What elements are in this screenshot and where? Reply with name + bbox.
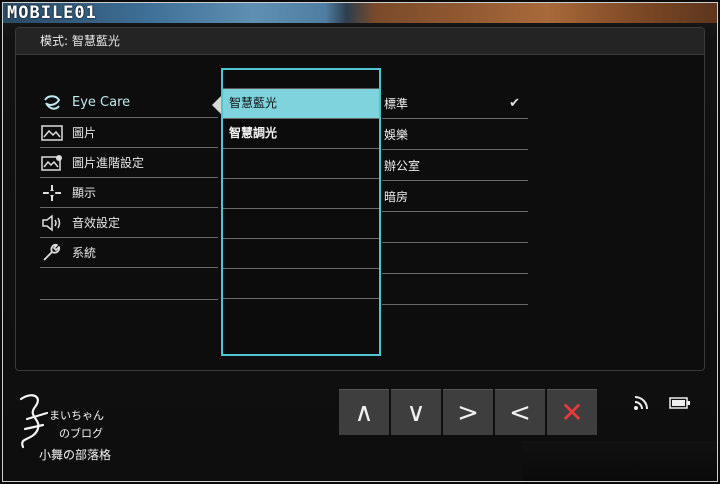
option-item-standard[interactable]: 標準 ✔ [382,88,528,119]
option-item-label: 暗房 [384,189,409,204]
status-icons [633,393,691,415]
option-item-office[interactable]: 辦公室 [382,150,528,181]
submenu-empty-row [223,149,379,179]
option-item-label: 娛樂 [384,127,409,142]
submenu-item-smart-dimming[interactable]: 智慧調光 [223,119,379,149]
up-button[interactable]: ∧ [339,389,389,435]
option-item-label: 標準 [384,96,409,111]
close-icon: ✕ [560,396,584,429]
option-item-dark-room[interactable]: 暗房 [382,181,528,212]
submenu-column: 智慧藍光 智慧調光 [221,68,381,356]
menu-empty-row [40,268,218,300]
osd-panel: 模式: 智慧藍光 Eye Care 圖片 圖片進階設定 顯示 音效設定 系統 智… [15,27,705,371]
right-button[interactable]: > [443,389,493,435]
signature-line2: のブログ [59,426,103,440]
signature-line1: まいちゃん [49,409,104,422]
close-button[interactable]: ✕ [547,389,597,435]
left-button[interactable]: < [495,389,545,435]
menu-item-label: 顯示 [72,186,97,200]
menu-item-audio[interactable]: 音效設定 [40,208,218,238]
wireless-signal-icon [633,393,653,415]
signature-line3: 小舞の部落格 [39,447,111,462]
osd-navigation-bar: ∧ ∨ > < ✕ [339,389,599,435]
submenu-empty-row [223,239,379,269]
bezel-bottom [523,441,717,481]
menu-item-picture-advanced[interactable]: 圖片進階設定 [40,148,218,178]
submenu-empty-row [223,179,379,209]
chevron-down-icon: ∨ [406,397,426,428]
submenu-spacer [223,70,379,89]
submenu-empty-row [223,209,379,239]
picture-advanced-icon [40,153,64,173]
chevron-up-icon: ∧ [354,397,374,428]
submenu-item-label: 智慧藍光 [229,96,278,110]
osd-header: 模式: 智慧藍光 [16,28,704,55]
chevron-left-icon: < [509,397,531,428]
eye-care-icon [40,93,64,113]
submenu-empty-row [223,269,379,299]
menu-item-label: 圖片 [72,126,97,140]
menu-item-picture[interactable]: 圖片 [40,118,218,148]
down-button[interactable]: ∨ [391,389,441,435]
background-photo [3,3,717,23]
option-item-label: 辦公室 [384,158,421,173]
chevron-right-icon: > [457,397,479,428]
watermark-logo: MOBILE01 [7,3,97,23]
display-icon [40,183,64,203]
menu-item-display[interactable]: 顯示 [40,178,218,208]
menu-item-label: 系統 [72,246,97,260]
main-menu: Eye Care 圖片 圖片進階設定 顯示 音效設定 系統 [40,88,218,300]
option-item-entertainment[interactable]: 娛樂 [382,119,528,150]
menu-item-eye-care[interactable]: Eye Care [40,88,218,118]
picture-icon [40,123,64,143]
screen-frame: MOBILE01 模式: 智慧藍光 Eye Care 圖片 圖片進階設定 顯示 … [2,2,718,482]
submenu-item-smart-blue-light[interactable]: 智慧藍光 [223,89,379,119]
option-empty-row [382,243,528,274]
battery-icon [669,395,691,414]
menu-item-label: Eye Care [72,95,131,110]
audio-icon [40,213,64,233]
option-empty-row [382,274,528,305]
menu-item-system[interactable]: 系統 [40,238,218,268]
signature-watermark: まいちゃん のブログ 小舞の部落格 [13,389,143,469]
system-icon [40,243,64,263]
options-column: 標準 ✔ 娛樂 辦公室 暗房 [382,88,528,305]
mode-title: 模式: 智慧藍光 [40,34,120,48]
menu-item-label: 音效設定 [72,216,121,230]
check-icon: ✔ [509,95,520,111]
option-empty-row [382,212,528,243]
menu-item-label: 圖片進階設定 [72,156,145,170]
submenu-item-label: 智慧調光 [229,126,278,140]
